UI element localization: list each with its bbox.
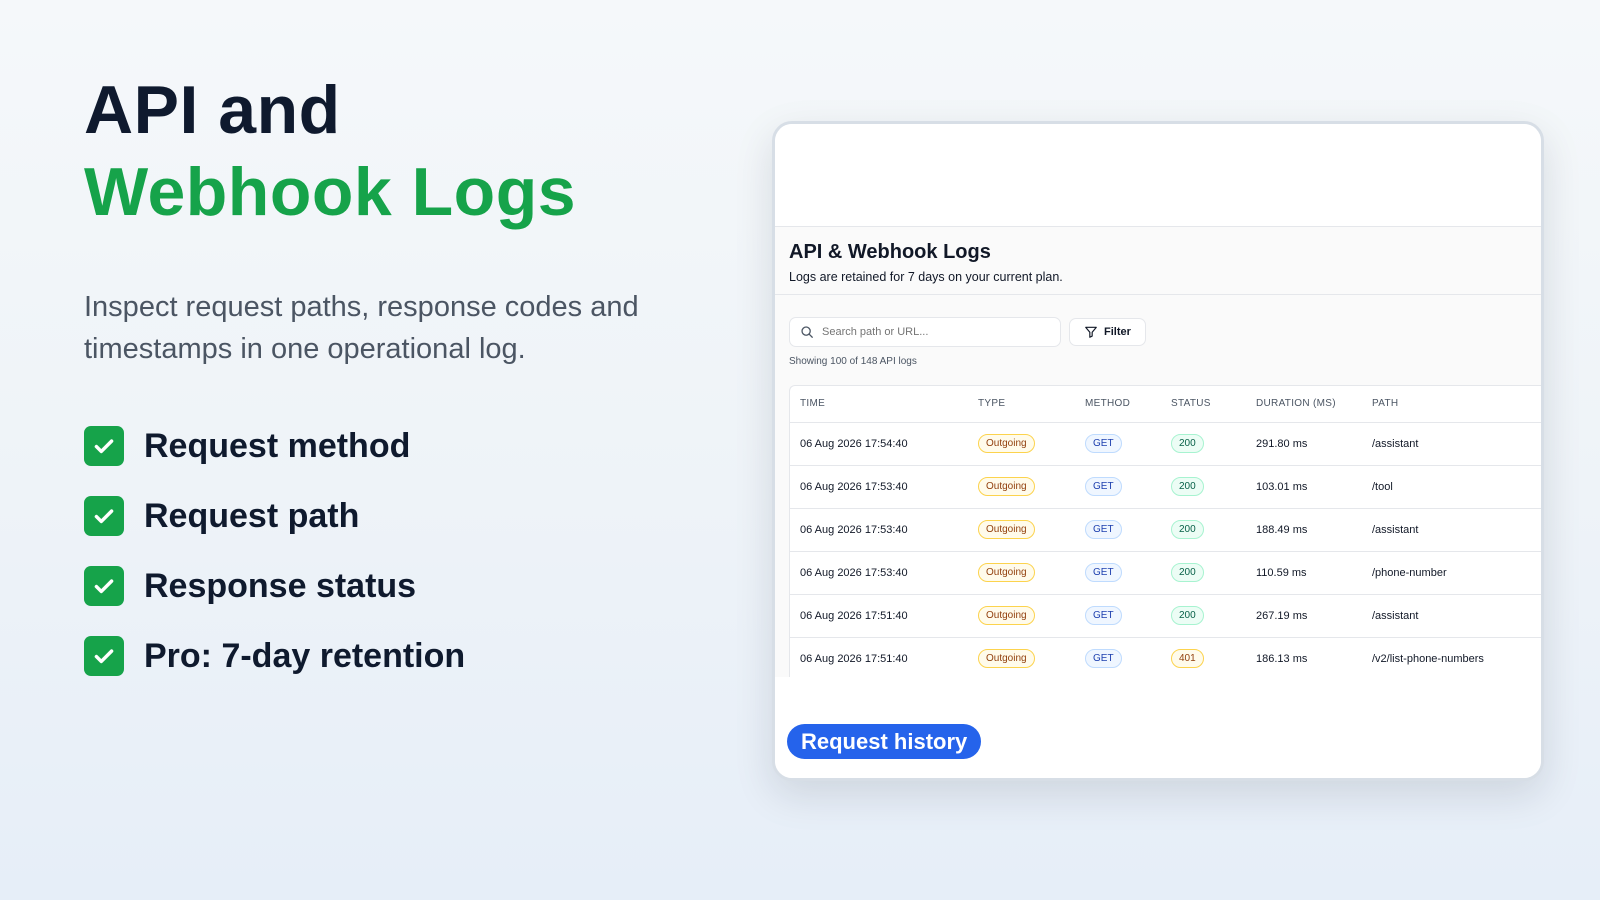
cell-path: /v2/list-phone-numbers <box>1362 637 1541 681</box>
cell-time: 06 Aug 2026 17:53:40 <box>790 465 968 509</box>
cell-path: /assistant <box>1362 594 1541 638</box>
table-row[interactable]: 06 Aug 2026 17:51:40 Outgoing GET 200 26… <box>790 594 1541 638</box>
page-title: API & Webhook Logs <box>789 241 991 263</box>
table-row[interactable]: 06 Aug 2026 17:51:40 Outgoing GET 401 18… <box>790 637 1541 681</box>
logs-table: TIME TYPE METHOD STATUS DURATION (MS) PA… <box>790 386 1541 681</box>
cell-time: 06 Aug 2026 17:54:40 <box>790 422 968 466</box>
hero-title-line2: Webhook Logs <box>84 154 577 230</box>
method-badge: GET <box>1085 606 1122 625</box>
column-header-status[interactable]: STATUS <box>1161 386 1246 423</box>
method-badge: GET <box>1085 477 1122 496</box>
cell-time: 06 Aug 2026 17:51:40 <box>790 637 968 681</box>
column-header-type[interactable]: TYPE <box>968 386 1075 423</box>
cell-path: /phone-number <box>1362 551 1541 595</box>
search-box[interactable] <box>789 317 1061 347</box>
type-badge: Outgoing <box>978 520 1035 539</box>
cell-duration: 291.80 ms <box>1246 422 1362 466</box>
app-screenshot-card: API & Webhook Logs Logs are retained for… <box>772 121 1544 781</box>
logs-panel: API & Webhook Logs Logs are retained for… <box>775 227 1541 682</box>
filter-button[interactable]: Filter <box>1069 318 1146 346</box>
table-row[interactable]: 06 Aug 2026 17:53:40 Outgoing GET 200 11… <box>790 551 1541 595</box>
column-header-path[interactable]: PATH <box>1362 386 1541 423</box>
checkmark-icon <box>84 566 124 606</box>
method-badge: GET <box>1085 649 1122 668</box>
checkmark-icon <box>84 496 124 536</box>
status-badge: 200 <box>1171 563 1204 582</box>
cell-path: /tool <box>1362 465 1541 509</box>
search-icon <box>801 326 813 338</box>
cell-time: 06 Aug 2026 17:53:40 <box>790 551 968 595</box>
feature-label: Pro: 7-day retention <box>144 636 466 675</box>
feature-item-retention: Pro: 7-day retention <box>84 636 724 676</box>
cell-duration: 103.01 ms <box>1246 465 1362 509</box>
status-badge: 200 <box>1171 477 1204 496</box>
method-badge: GET <box>1085 563 1122 582</box>
cell-duration: 110.59 ms <box>1246 551 1362 595</box>
hero-subtitle: Inspect request paths, response codes an… <box>84 291 639 365</box>
cell-path: /assistant <box>1362 422 1541 466</box>
type-badge: Outgoing <box>978 606 1035 625</box>
checkmark-icon <box>84 636 124 676</box>
logs-table-container: TIME TYPE METHOD STATUS DURATION (MS) PA… <box>789 385 1541 682</box>
card-footer-area: Request history <box>775 677 1541 778</box>
cell-duration: 188.49 ms <box>1246 508 1362 552</box>
panel-header: API & Webhook Logs Logs are retained for… <box>775 227 1541 295</box>
feature-label: Response status <box>144 566 417 605</box>
search-input[interactable] <box>822 326 1042 338</box>
column-header-duration[interactable]: DURATION (MS) <box>1246 386 1362 423</box>
column-header-time[interactable]: TIME <box>790 386 968 423</box>
results-count: Showing 100 of 148 API logs <box>789 356 917 367</box>
type-badge: Outgoing <box>978 477 1035 496</box>
status-badge: 200 <box>1171 434 1204 453</box>
status-badge: 200 <box>1171 520 1204 539</box>
cell-path: /assistant <box>1362 508 1541 552</box>
method-badge: GET <box>1085 434 1122 453</box>
request-history-button[interactable]: Request history <box>787 724 982 759</box>
table-row[interactable]: 06 Aug 2026 17:54:40 Outgoing GET 200 29… <box>790 422 1541 466</box>
feature-item-request-path: Request path <box>84 496 724 536</box>
table-row[interactable]: 06 Aug 2026 17:53:40 Outgoing GET 200 18… <box>790 508 1541 552</box>
feature-label: Request path <box>144 496 360 535</box>
feature-item-request-method: Request method <box>84 426 724 466</box>
table-row[interactable]: 06 Aug 2026 17:53:40 Outgoing GET 200 10… <box>790 465 1541 509</box>
hero-section: API and Webhook Logs Inspect request pat… <box>84 70 724 706</box>
hero-title-line1: API and <box>84 72 341 148</box>
method-badge: GET <box>1085 520 1122 539</box>
feature-list: Request method Request path Response sta… <box>84 426 724 676</box>
column-header-method[interactable]: METHOD <box>1075 386 1161 423</box>
type-badge: Outgoing <box>978 563 1035 582</box>
checkmark-icon <box>84 426 124 466</box>
status-badge: 200 <box>1171 606 1204 625</box>
cell-time: 06 Aug 2026 17:51:40 <box>790 594 968 638</box>
type-badge: Outgoing <box>978 434 1035 453</box>
feature-label: Request method <box>144 426 411 465</box>
filter-button-label: Filter <box>1104 326 1131 338</box>
status-badge: 401 <box>1171 649 1204 668</box>
table-header-row: TIME TYPE METHOD STATUS DURATION (MS) PA… <box>790 386 1541 423</box>
toolbar: Filter <box>775 295 1541 347</box>
card-header-area <box>775 124 1541 227</box>
filter-icon <box>1085 326 1097 338</box>
cell-duration: 186.13 ms <box>1246 637 1362 681</box>
feature-item-response-status: Response status <box>84 566 724 606</box>
type-badge: Outgoing <box>978 649 1035 668</box>
cell-duration: 267.19 ms <box>1246 594 1362 638</box>
retention-note: Logs are retained for 7 days on your cur… <box>789 270 1063 284</box>
cell-time: 06 Aug 2026 17:53:40 <box>790 508 968 552</box>
